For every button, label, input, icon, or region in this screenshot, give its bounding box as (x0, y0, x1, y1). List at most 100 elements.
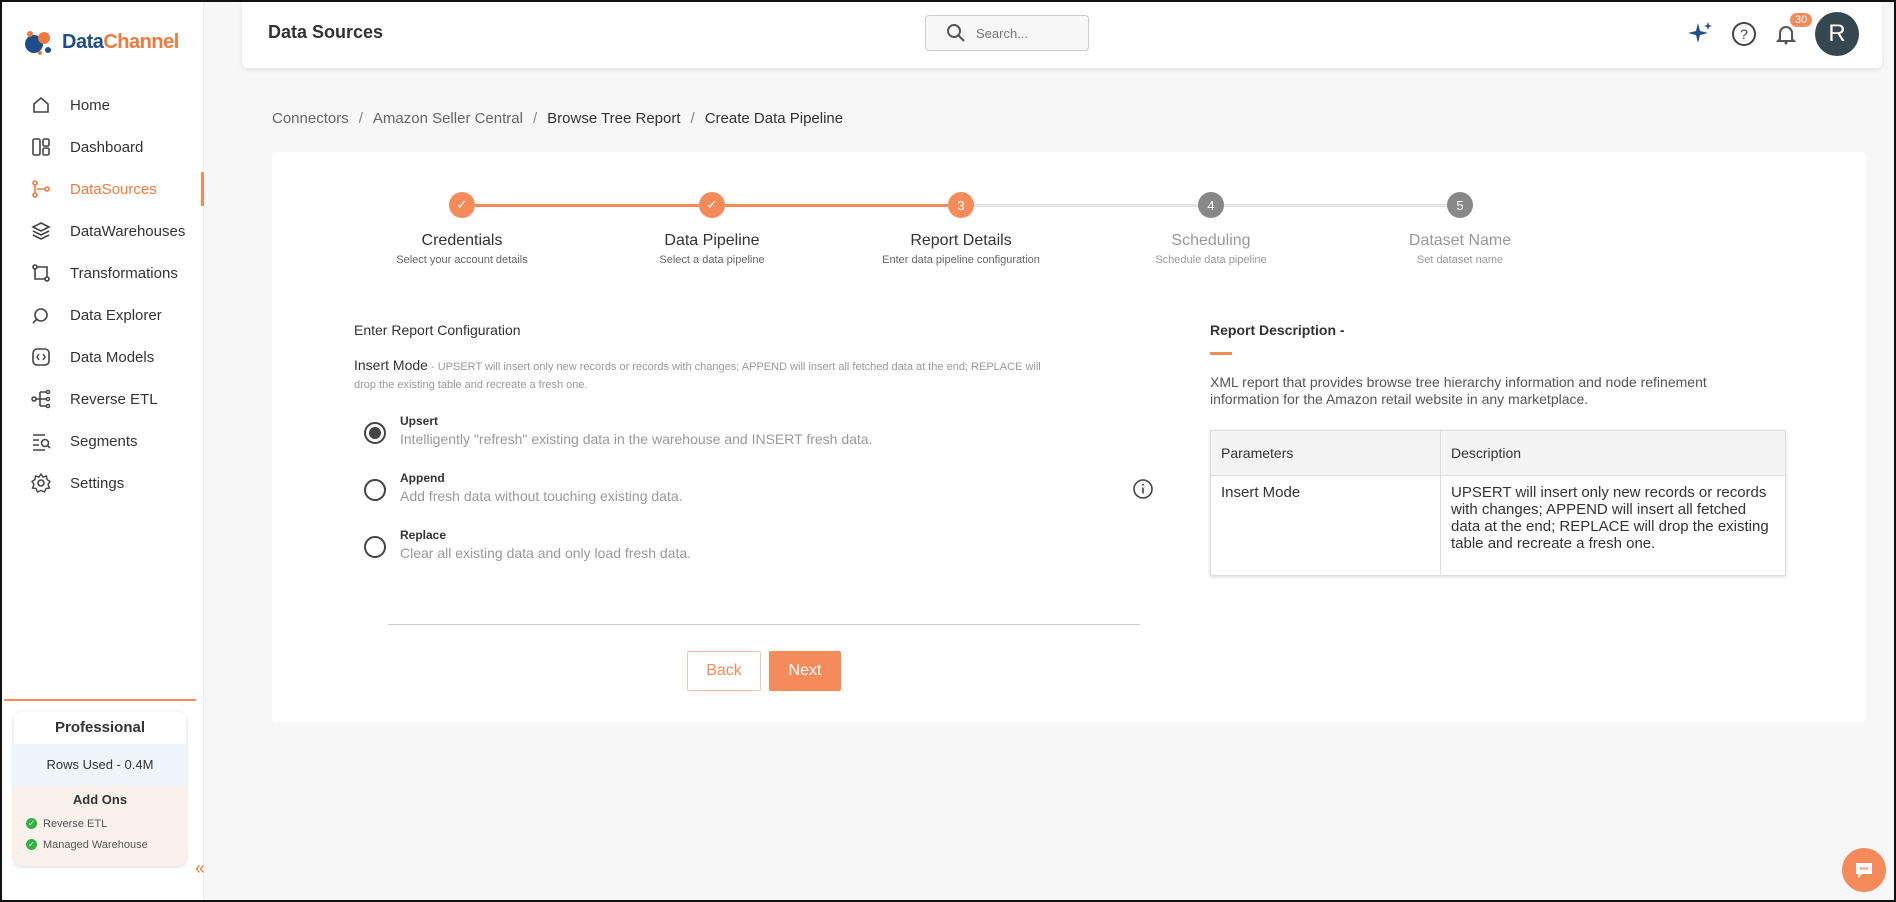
check-icon: ✓ (449, 192, 475, 218)
radio-description: Add fresh data without touching existing… (400, 488, 683, 504)
search-input[interactable] (976, 25, 1076, 41)
info-icon[interactable] (1132, 478, 1154, 500)
step-title: Credentials (421, 232, 503, 249)
sidebar-item-home[interactable]: Home (2, 84, 204, 126)
breadcrumb: Connectors / Amazon Seller Central / Bro… (272, 110, 843, 127)
radio-option-upsert[interactable]: Upsert Intelligently "refresh" existing d… (364, 414, 872, 471)
brand-logo[interactable]: DataChannel (20, 24, 179, 60)
table-cell-desc: UPSERT will insert only new records or r… (1440, 475, 1786, 576)
breadcrumb-separator: / (358, 110, 363, 127)
breadcrumb-amazon-seller-central[interactable]: Amazon Seller Central (373, 110, 523, 127)
parameters-table: Parameters Description Insert Mode UPSER… (1210, 430, 1786, 576)
addons-section: Add Ons ✓ Reverse ETL ✓ Managed Warehouse (14, 786, 186, 866)
svg-text:?: ? (1740, 26, 1748, 42)
rows-used: Rows Used - 0.4M (14, 744, 186, 786)
insert-mode-help: Insert Mode - UPSERT will insert only ne… (354, 356, 1044, 394)
chat-icon (1856, 863, 1872, 878)
transform-icon (30, 262, 52, 284)
breadcrumb-connectors[interactable]: Connectors (272, 110, 349, 127)
step-subtitle: Select a data pipeline (659, 254, 765, 266)
check-icon: ✓ (26, 839, 37, 850)
step-number: 4 (1198, 192, 1224, 218)
top-header: Data Sources ? 30 R (242, 2, 1882, 68)
sidebar-item-label: Transformations (70, 264, 178, 282)
title-underline (1210, 352, 1232, 355)
step-subtitle: Enter data pipeline configuration (882, 254, 1040, 266)
insert-mode-label: Insert Mode (354, 357, 428, 373)
sparkle-icon[interactable] (1686, 20, 1714, 48)
sidebar-item-reverse-etl[interactable]: Reverse ETL (2, 378, 204, 420)
breadcrumb-separator: / (532, 110, 538, 127)
plan-title: Professional (54, 719, 146, 736)
breadcrumb-create-data-pipeline: Create Data Pipeline (704, 110, 844, 127)
sidebar-item-label: DataSources (70, 180, 157, 198)
step-scheduling: 4 Scheduling Schedule data pipeline (1111, 192, 1311, 266)
step-title: Dataset Name (1408, 232, 1512, 249)
radio-text: Upsert Intelligently "refresh" existing d… (400, 414, 872, 471)
stepper: ✓ Credentials Select your account details ✓… (272, 192, 1866, 282)
step-number: 3 (948, 192, 974, 218)
notification-badge: 30 (1790, 13, 1813, 27)
step-data-pipeline: ✓ Data Pipeline Select a data pipeline (612, 192, 812, 266)
home-icon (30, 94, 52, 116)
avatar[interactable]: R (1815, 12, 1859, 56)
radio-button[interactable] (364, 422, 386, 444)
sidebar-item-label: Reverse ETL (70, 390, 158, 408)
sidebar-item-label: Segments (70, 432, 138, 450)
chat-button[interactable] (1842, 848, 1886, 892)
pipeline-card: ✓ Credentials Select your account details ✓… (272, 152, 1866, 722)
sidebar-item-datasources[interactable]: DataSources (2, 168, 204, 210)
step-subtitle: Select your account details (396, 254, 528, 266)
sidebar-item-label: Dashboard (70, 138, 144, 156)
gear-icon (30, 472, 52, 494)
step-report-details: 3 Report Details Enter data pipeline confi… (861, 192, 1061, 266)
collapse-sidebar-icon[interactable]: « (186, 854, 214, 882)
dashboard-icon (30, 136, 52, 158)
brand-name: DataChannel (62, 30, 179, 53)
step-subtitle: Schedule data pipeline (1155, 254, 1267, 266)
help-icon[interactable]: ? (1730, 20, 1758, 48)
insert-mode-description: - UPSERT will insert only new records or… (354, 361, 1041, 391)
radio-option-append[interactable]: Append Add fresh data without touching ex… (364, 471, 872, 528)
plan-card: Professional Rows Used - 0.4M Add Ons ✓ R… (14, 712, 186, 866)
radio-text: Append Add fresh data without touching ex… (400, 471, 683, 528)
addon-item: ✓ Managed Warehouse (14, 834, 186, 855)
addon-item: ✓ Reverse ETL (14, 813, 186, 834)
report-description-text: XML report that provides browse tree hie… (1210, 374, 1707, 407)
sidebar-item-datawarehouses[interactable]: DataWarehouses (2, 210, 204, 252)
radio-option-replace[interactable]: Replace Clear all existing data and only … (364, 528, 872, 585)
step-title: Data Pipeline (664, 232, 760, 249)
section-title: Enter Report Configuration (354, 322, 521, 338)
step-dataset-name: 5 Dataset Name Set dataset name (1360, 192, 1560, 266)
radio-button[interactable] (364, 479, 386, 501)
sidebar-item-transformations[interactable]: Transformations (2, 252, 204, 294)
breadcrumb-separator: / (690, 110, 695, 127)
search-box[interactable] (925, 15, 1089, 51)
back-button[interactable]: Back (687, 651, 761, 691)
check-icon: ✓ (26, 818, 37, 829)
sidebar-item-segments[interactable]: Segments (2, 420, 204, 462)
next-button[interactable]: Next (769, 651, 841, 691)
sidebar-nav: Home Dashboard DataSources DataWarehouses Tr… (2, 84, 204, 504)
datasources-icon (30, 178, 52, 200)
step-title: Report Details (910, 232, 1012, 249)
search-icon (947, 24, 965, 42)
sidebar-item-dashboard[interactable]: Dashboard (2, 126, 204, 168)
page-title: Data Sources (268, 22, 384, 42)
radio-label: Replace (400, 528, 447, 542)
sidebar-item-label: Data Models (70, 348, 155, 366)
radio-text: Replace Clear all existing data and only … (400, 528, 691, 585)
breadcrumb-browse-tree-report[interactable]: Browse Tree Report (547, 110, 680, 127)
sidebar-item-label: Home (70, 96, 111, 114)
sidebar-item-settings[interactable]: Settings (2, 462, 204, 504)
report-description-title: Report Description - (1210, 322, 1345, 338)
form-divider (388, 624, 1140, 625)
insert-mode-radio-group: Upsert Intelligently "refresh" existing d… (364, 414, 872, 585)
explorer-icon (30, 304, 52, 326)
table-cell-param: Insert Mode (1210, 475, 1441, 576)
sidebar-item-data-models[interactable]: Data Models (2, 336, 204, 378)
sidebar-item-data-explorer[interactable]: Data Explorer (2, 294, 204, 336)
table-header-description: Description (1440, 430, 1786, 476)
radio-button[interactable] (364, 536, 386, 558)
sidebar-item-label: DataWarehouses (70, 222, 186, 240)
